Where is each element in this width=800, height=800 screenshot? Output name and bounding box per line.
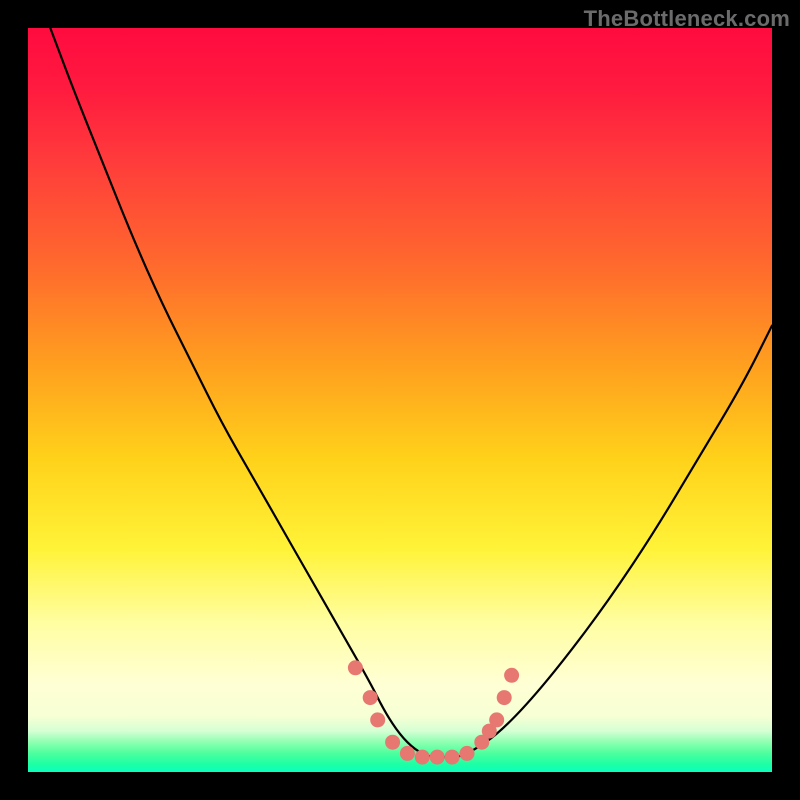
marker-dot — [385, 735, 400, 750]
chart-frame: TheBottleneck.com — [0, 0, 800, 800]
marker-dot — [460, 746, 475, 761]
plot-area — [28, 28, 772, 772]
curve-svg — [28, 28, 772, 772]
marker-dot — [474, 735, 489, 750]
marker-dot — [497, 690, 512, 705]
marker-dot — [489, 712, 504, 727]
marker-dot — [415, 750, 430, 765]
marker-dot — [363, 690, 378, 705]
marker-dot — [445, 750, 460, 765]
marker-dot — [482, 724, 497, 739]
marker-dot — [430, 750, 445, 765]
marker-dot — [504, 668, 519, 683]
bottleneck-curve — [50, 28, 772, 757]
attribution-text: TheBottleneck.com — [584, 6, 790, 32]
marker-dot — [370, 712, 385, 727]
marker-dot — [400, 746, 415, 761]
marker-dot — [348, 660, 363, 675]
marker-dots — [348, 660, 519, 764]
